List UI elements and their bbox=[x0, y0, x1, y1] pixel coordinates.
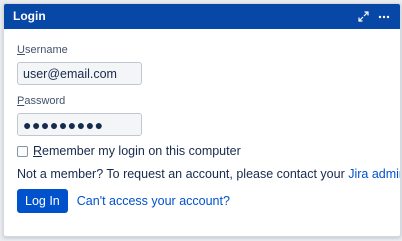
remember-me-checkbox[interactable] bbox=[17, 145, 28, 157]
remember-me-label[interactable]: Remember my login on this computer bbox=[33, 144, 241, 158]
password-label: Password bbox=[17, 95, 66, 107]
more-options-icon[interactable] bbox=[378, 11, 390, 23]
remember-me-row: Remember my login on this computer bbox=[17, 142, 400, 160]
password-input[interactable] bbox=[17, 113, 142, 136]
username-label: Username bbox=[17, 44, 68, 56]
login-panel: Login Username Password Remember bbox=[3, 3, 401, 237]
login-form: Username Password Remember my login on t… bbox=[4, 29, 400, 213]
member-notice: Not a member? To request an account, ple… bbox=[17, 165, 400, 183]
username-input[interactable] bbox=[17, 62, 142, 85]
panel-title: Login bbox=[13, 9, 46, 23]
member-notice-text: Not a member? To request an account, ple… bbox=[17, 167, 349, 181]
panel-header: Login bbox=[4, 4, 400, 29]
login-button[interactable]: Log In bbox=[17, 189, 68, 213]
cant-access-account-link[interactable]: Can't access your account? bbox=[77, 194, 230, 208]
form-actions: Log In Can't access your account? bbox=[17, 189, 400, 213]
expand-icon[interactable] bbox=[357, 11, 369, 23]
jira-administrators-link[interactable]: Jira administrators bbox=[348, 167, 400, 181]
header-actions bbox=[357, 11, 390, 23]
